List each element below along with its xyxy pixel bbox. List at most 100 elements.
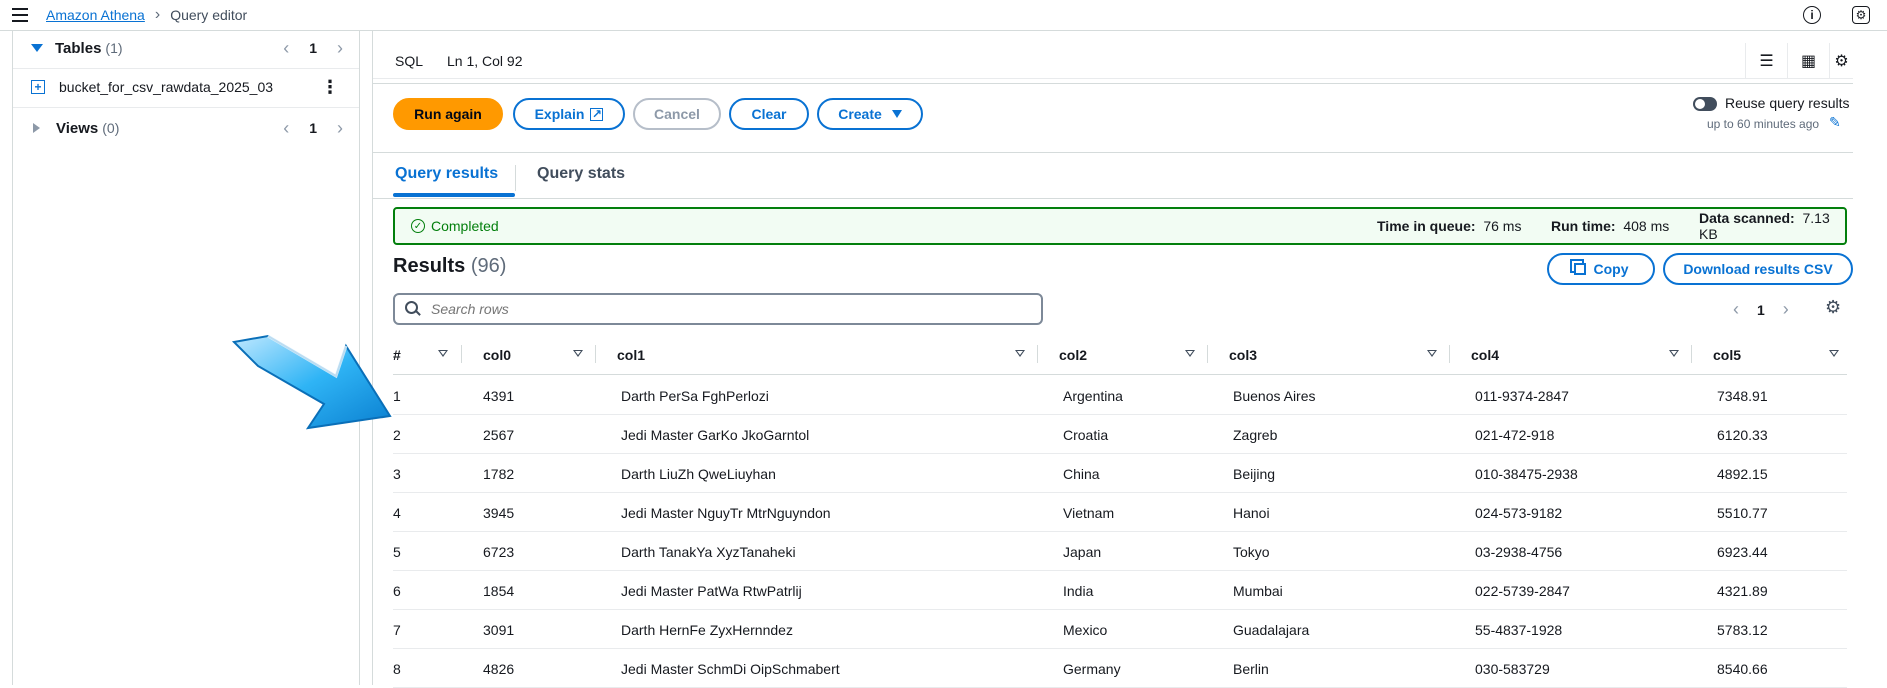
status-text: Completed — [431, 218, 499, 234]
col5-cell: 4892.15 — [1717, 466, 1768, 482]
results-heading: Results (96) — [393, 255, 507, 277]
tables-title: Tables — [55, 39, 102, 57]
time-in-queue: Time in queue: 76 ms — [1377, 218, 1522, 234]
sort-icon[interactable] — [1829, 350, 1839, 357]
table-row[interactable]: 2 2567 Jedi Master GarKo JkoGarntol Croatia… — [393, 415, 1847, 454]
views-title: Views — [56, 119, 99, 137]
chevron-right-icon[interactable]: › — [1783, 299, 1789, 320]
more-options-icon[interactable]: ⋮ — [321, 77, 339, 98]
col2-cell: Vietnam — [1063, 505, 1115, 521]
sort-icon[interactable] — [1669, 350, 1679, 357]
menu-icon[interactable] — [12, 8, 28, 22]
col2-cell: Croatia — [1063, 427, 1109, 443]
sort-icon[interactable] — [1185, 350, 1195, 357]
table-row[interactable]: 6 1854 Jedi Master PatWa RtwPatrlij India Mu… — [393, 571, 1847, 610]
column-header[interactable]: col5 — [1713, 347, 1741, 363]
col5-cell: 5783.12 — [1717, 622, 1768, 638]
table-row[interactable]: 8 4826 Jedi Master SchmDi OipSchmabert Germ… — [393, 649, 1847, 688]
views-section-header[interactable]: Views (0) ‹ 1 › — [13, 115, 359, 141]
col5-cell: 7348.91 — [1717, 388, 1768, 404]
row-number-cell: 5 — [393, 544, 401, 560]
table-row[interactable]: 5 6723 Darth TanakYa XyzTanaheki Japan Tokyo… — [393, 532, 1847, 571]
breadcrumb-link-athena[interactable]: Amazon Athena — [46, 7, 145, 23]
chevron-right-icon: › — [154, 6, 161, 23]
info-icon[interactable]: i — [1803, 6, 1821, 24]
sort-icon[interactable] — [1427, 350, 1437, 357]
create-dropdown-button[interactable]: Create — [817, 98, 923, 130]
explain-label: Explain — [534, 106, 585, 122]
views-count: (0) — [102, 120, 120, 136]
search-rows-input[interactable] — [429, 299, 1029, 319]
settings-icon[interactable]: ⚙ — [1852, 6, 1870, 24]
caret-right-icon[interactable] — [33, 123, 40, 133]
run-again-button[interactable]: Run again — [393, 98, 503, 130]
check-circle-icon: ✓ — [411, 219, 425, 233]
chevron-left-icon[interactable]: ‹ — [283, 38, 289, 59]
table-item-label[interactable]: bucket_for_csv_rawdata_2025_03 — [59, 79, 273, 95]
tab-query-stats[interactable]: Query stats — [537, 165, 625, 183]
tables-pager: ‹ 1 › — [283, 38, 343, 59]
col2-cell: Mexico — [1063, 622, 1108, 638]
chevron-left-icon[interactable]: ‹ — [283, 118, 289, 139]
col1-cell: Darth TanakYa XyzTanaheki — [621, 544, 796, 560]
table-item[interactable]: + bucket_for_csv_rawdata_2025_03 ⋮ — [13, 75, 359, 99]
col0-cell: 2567 — [483, 427, 515, 443]
edit-pencil-icon[interactable]: ✎ — [1829, 114, 1841, 131]
chevron-right-icon[interactable]: › — [337, 118, 343, 139]
search-icon — [405, 301, 419, 315]
cursor-position: Ln 1, Col 92 — [447, 52, 523, 69]
caret-down-icon[interactable] — [31, 44, 43, 52]
results-table-header: # col0 col1 col2 col3 col4 col5 — [393, 337, 1847, 375]
format-query-icon[interactable]: ☰ — [1745, 43, 1787, 79]
run-time: Run time: 408 ms — [1551, 218, 1670, 234]
pointer-arrow-overlay — [231, 334, 392, 430]
table-row[interactable]: 3 1782 Darth LiuZh QweLiuyhan China Beijing 0… — [393, 454, 1847, 493]
sort-icon[interactable] — [438, 350, 448, 357]
column-header[interactable]: col2 — [1059, 347, 1087, 363]
column-header[interactable]: col3 — [1229, 347, 1257, 363]
reuse-query-results-toggle[interactable] — [1693, 97, 1717, 111]
copy-icon — [1573, 263, 1586, 275]
results-page-number[interactable]: 1 — [1757, 302, 1765, 318]
col5-cell: 5510.77 — [1717, 505, 1768, 521]
col3-cell: Hanoi — [1233, 505, 1270, 521]
chevron-left-icon[interactable]: ‹ — [1733, 299, 1739, 320]
reuse-window-text: up to 60 minutes ago — [1707, 117, 1820, 131]
column-header[interactable]: col4 — [1471, 347, 1499, 363]
table-row[interactable]: 1 4391 Darth PerSa FghPerlozi Argentina Buen… — [393, 376, 1847, 415]
table-row[interactable]: 7 3091 Darth HernFe ZyxHernndez Mexico Guada… — [393, 610, 1847, 649]
sort-icon[interactable] — [1015, 350, 1025, 357]
sort-icon[interactable] — [573, 350, 583, 357]
col0-cell: 3091 — [483, 622, 515, 638]
col1-cell: Jedi Master GarKo JkoGarntol — [621, 427, 810, 443]
views-page-number[interactable]: 1 — [309, 120, 317, 136]
explain-button[interactable]: Explain ↗ — [513, 98, 625, 130]
external-link-icon: ↗ — [590, 107, 604, 121]
table-preferences-icon[interactable]: ⚙ — [1825, 297, 1841, 318]
tab-query-results[interactable]: Query results — [395, 165, 498, 183]
breadcrumb: Amazon Athena › Query editor — [46, 6, 247, 24]
column-header[interactable]: col1 — [617, 347, 645, 363]
tables-page-number[interactable]: 1 — [309, 40, 317, 56]
editor-status-bar: SQL Ln 1, Col 92 ☰ ▦ ⚙ — [373, 43, 1853, 79]
chevron-right-icon[interactable]: › — [337, 38, 343, 59]
tables-section-header[interactable]: Tables (1) ‹ 1 › — [13, 35, 359, 61]
results-count: (96) — [470, 255, 507, 277]
table-row[interactable]: 4 3945 Jedi Master NguyTr MtrNguyndon Vietn… — [393, 493, 1847, 532]
keyboard-shortcuts-icon[interactable]: ▦ — [1787, 43, 1829, 79]
col1-cell: Jedi Master NguyTr MtrNguyndon — [621, 505, 831, 521]
col3-cell: Guadalajara — [1233, 622, 1310, 638]
col5-cell: 4321.89 — [1717, 583, 1768, 599]
download-results-csv-button[interactable]: Download results CSV — [1663, 253, 1853, 285]
row-number-cell: 4 — [393, 505, 401, 521]
column-header[interactable]: col0 — [483, 347, 511, 363]
clear-button[interactable]: Clear — [729, 98, 809, 130]
results-tabs: Query results Query stats — [373, 153, 1853, 199]
cancel-button[interactable]: Cancel — [633, 98, 721, 130]
search-rows-field[interactable] — [393, 293, 1043, 325]
copy-button[interactable]: Copy — [1547, 253, 1655, 285]
results-pager: ‹ 1 › — [1733, 299, 1789, 320]
data-scanned: Data scanned: 7.13 KB — [1699, 210, 1830, 242]
expand-plus-icon[interactable]: + — [31, 80, 45, 94]
editor-settings-icon[interactable]: ⚙ — [1829, 43, 1853, 79]
